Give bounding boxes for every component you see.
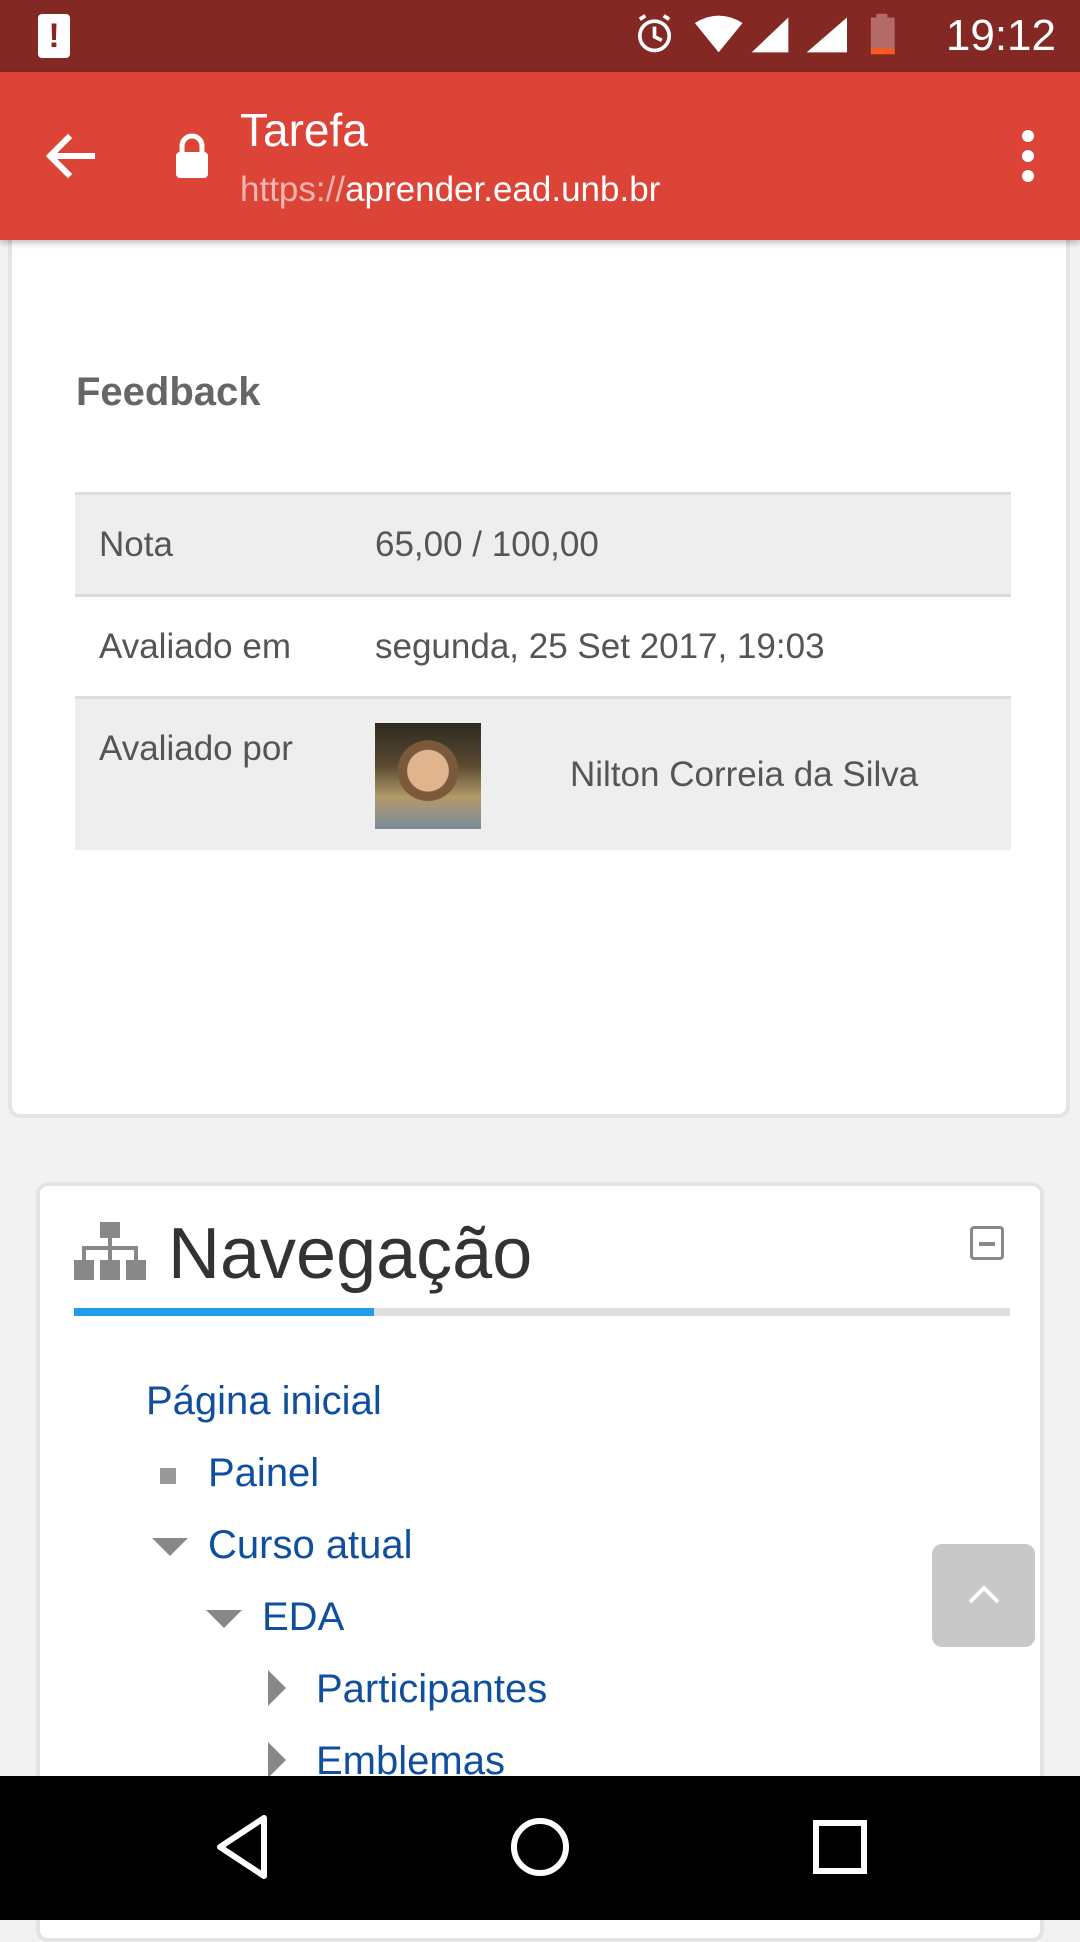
navigation-underline — [74, 1308, 1010, 1316]
collapse-icon[interactable] — [970, 1226, 1004, 1260]
back-to-top-button[interactable] — [932, 1544, 1035, 1647]
wifi-icon — [694, 15, 743, 53]
url-text[interactable]: https://aprender.ead.unb.br — [240, 168, 660, 212]
grader-name[interactable]: Nilton Correia da Silva — [570, 755, 918, 795]
url-host: aprender.ead.unb.br — [345, 170, 661, 209]
home-icon[interactable] — [508, 1812, 572, 1882]
table-row: Avaliado em segunda, 25 Set 2017, 19:03 — [75, 594, 1011, 696]
nav-item-participants[interactable]: Participantes — [316, 1664, 547, 1714]
nav-item-dashboard[interactable]: Painel — [208, 1448, 319, 1498]
table-row: Nota 65,00 / 100,00 — [75, 492, 1011, 594]
content-card: Feedback Nota 65,00 / 100,00 Avaliado em… — [8, 200, 1070, 1118]
battery-icon — [870, 13, 895, 55]
nav-item-eda[interactable]: EDA — [262, 1592, 344, 1642]
clock: 19:12 — [945, 11, 1056, 60]
system-navigation-bar — [0, 1776, 1080, 1920]
avatar[interactable] — [375, 723, 481, 829]
status-icons — [638, 13, 895, 55]
alarm-icon — [638, 14, 671, 53]
back-icon[interactable] — [212, 1812, 272, 1882]
sitemap-icon — [74, 1222, 146, 1280]
table-row: Avaliado por Nilton Correia da Silva — [75, 696, 1011, 850]
row-label: Avaliado em — [99, 627, 291, 666]
collapsed-icon[interactable] — [268, 1670, 286, 1706]
collapsed-icon[interactable] — [268, 1742, 286, 1778]
row-value: segunda, 25 Set 2017, 19:03 — [375, 627, 825, 666]
back-arrow-icon[interactable] — [40, 128, 100, 184]
feedback-heading: Feedback — [76, 370, 261, 414]
status-bar: 19:12 — [0, 0, 1080, 72]
navigation-title: Navegação — [168, 1214, 533, 1294]
signal-icon — [806, 17, 847, 53]
expanded-icon[interactable] — [206, 1610, 242, 1628]
row-value: 65,00 / 100,00 — [375, 525, 599, 564]
bullet-icon — [160, 1468, 176, 1484]
chevron-up-icon — [968, 1585, 1000, 1604]
nav-item-home[interactable]: Página inicial — [146, 1376, 382, 1426]
expanded-icon[interactable] — [152, 1538, 188, 1556]
feedback-table: Nota 65,00 / 100,00 Avaliado em segunda,… — [75, 492, 1011, 850]
row-label: Avaliado por — [99, 729, 293, 768]
more-vert-icon[interactable] — [1016, 128, 1040, 184]
page-title: Tarefa — [240, 104, 368, 156]
recents-icon[interactable] — [812, 1812, 868, 1882]
app-bar: Tarefa https://aprender.ead.unb.br — [0, 72, 1080, 240]
signal-icon — [751, 17, 789, 53]
row-label: Nota — [99, 525, 173, 564]
alert-icon — [38, 14, 70, 58]
url-scheme: https:// — [240, 170, 346, 209]
nav-item-current-course[interactable]: Curso atual — [208, 1520, 413, 1570]
lock-icon — [176, 133, 208, 178]
